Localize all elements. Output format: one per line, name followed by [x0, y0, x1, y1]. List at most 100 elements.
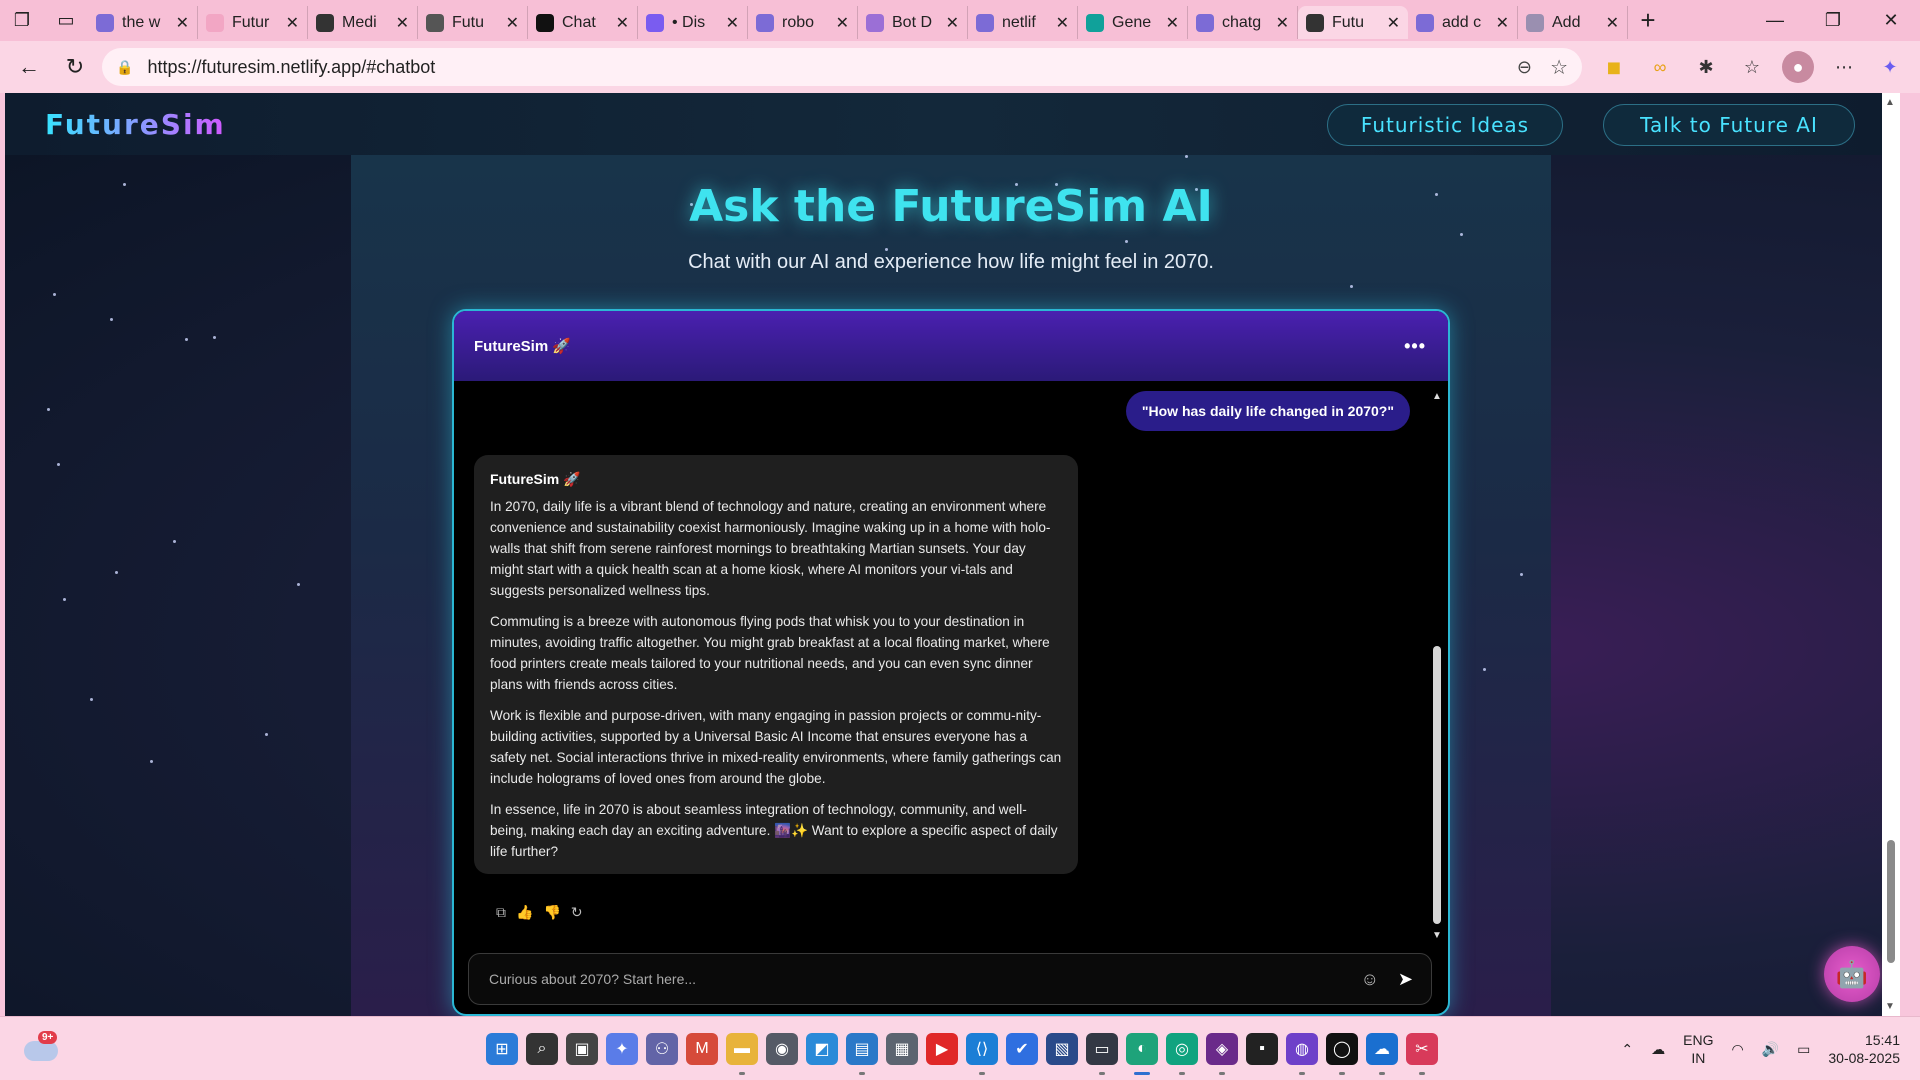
refresh-icon[interactable]: ↻	[52, 47, 98, 87]
close-tab-icon[interactable]: ✕	[286, 13, 299, 33]
chat-input-placeholder[interactable]: Curious about 2070? Start here...	[489, 971, 696, 987]
close-window-icon[interactable]: ✕	[1862, 0, 1920, 41]
browser-tab[interactable]: chatg ✕	[1188, 6, 1298, 39]
language-indicator[interactable]: ENG IN	[1683, 1031, 1713, 1067]
favorite-star-icon[interactable]: ☆	[1550, 55, 1568, 80]
browser-tab[interactable]: Futu ✕	[1298, 6, 1408, 39]
url-text[interactable]: https://futuresim.netlify.app/#chatbot	[147, 57, 435, 78]
minimize-icon[interactable]: —	[1746, 0, 1804, 41]
youtube-icon[interactable]: ▶	[926, 1033, 958, 1065]
chat-messages[interactable]: "How has daily life changed in 2070?" Fu…	[454, 381, 1448, 941]
extension-glasses-icon[interactable]: ∞	[1644, 51, 1676, 83]
more-menu-icon[interactable]: ⋯	[1828, 51, 1860, 83]
page-scrollbar[interactable]: ▲ ▼	[1882, 93, 1900, 1016]
snipping-icon[interactable]: ✂	[1406, 1033, 1438, 1075]
chat-scroll-thumb[interactable]	[1433, 646, 1441, 924]
battery-icon[interactable]: ▭	[1797, 1041, 1810, 1058]
scroll-up-arrow-icon[interactable]: ▲	[1432, 391, 1442, 402]
blueprint-icon[interactable]: ▧	[1046, 1033, 1078, 1065]
weather-widget[interactable]: 9+	[24, 1031, 60, 1067]
scroll-down-arrow-icon[interactable]: ▼	[1432, 930, 1442, 941]
chat-input[interactable]: Curious about 2070? Start here... ☺ ➤	[468, 953, 1432, 1005]
favorites-icon[interactable]: ☆	[1736, 51, 1768, 83]
thumbs-down-icon[interactable]: 👎	[543, 904, 560, 921]
zoom-icon[interactable]: ⊖	[1517, 57, 1532, 78]
close-tab-icon[interactable]: ✕	[1606, 13, 1619, 33]
photos-icon[interactable]: ◩	[806, 1033, 838, 1065]
page-scroll-up-icon[interactable]: ▲	[1885, 97, 1895, 108]
thumbs-up-icon[interactable]: 👍	[516, 904, 533, 921]
clock[interactable]: 15:41 30-08-2025	[1828, 1031, 1900, 1067]
browser-tab[interactable]: Gene ✕	[1078, 6, 1188, 39]
vertical-tabs-icon[interactable]: ▭	[44, 0, 88, 41]
chat-menu-icon[interactable]: •••	[1404, 336, 1426, 357]
new-tab-button[interactable]: +	[1628, 0, 1668, 41]
copilot-icon[interactable]: ✦	[1874, 51, 1906, 83]
gmail-icon[interactable]: M	[686, 1033, 718, 1065]
close-tab-icon[interactable]: ✕	[1166, 13, 1179, 33]
close-tab-icon[interactable]: ✕	[1387, 13, 1400, 33]
todo-icon[interactable]: ✔	[1006, 1033, 1038, 1065]
close-tab-icon[interactable]: ✕	[836, 13, 849, 33]
address-bar[interactable]: 🔒 https://futuresim.netlify.app/#chatbot…	[102, 48, 1582, 86]
chatbot-launcher-robot-icon[interactable]: 🤖	[1824, 946, 1880, 1002]
extension-yellow-icon[interactable]: ◼	[1598, 51, 1630, 83]
site-logo[interactable]: FutureSim	[45, 108, 226, 141]
extensions-puzzle-icon[interactable]: ✱	[1690, 51, 1722, 83]
console-icon[interactable]: ▪	[1246, 1033, 1278, 1065]
close-tab-icon[interactable]: ✕	[506, 13, 519, 33]
task-view-icon[interactable]: ▣	[566, 1033, 598, 1065]
chat-scrollbar[interactable]: ▲ ▼	[1432, 391, 1442, 941]
teams-icon[interactable]: ⚇	[646, 1033, 678, 1065]
search-icon[interactable]: ⌕	[526, 1033, 558, 1065]
notepad-icon[interactable]: ▤	[846, 1033, 878, 1075]
close-tab-icon[interactable]: ✕	[726, 13, 739, 33]
browser-tab[interactable]: Futur ✕	[198, 6, 308, 39]
wifi-icon[interactable]: ◠	[1731, 1041, 1743, 1058]
camera-icon[interactable]: ◉	[766, 1033, 798, 1065]
close-tab-icon[interactable]: ✕	[1496, 13, 1509, 33]
chatgpt-icon[interactable]: ◎	[1166, 1033, 1198, 1075]
browser-tab[interactable]: Futu ✕	[418, 6, 528, 39]
nav-talk-to-future-ai[interactable]: Talk to Future AI	[1603, 104, 1855, 146]
close-tab-icon[interactable]: ✕	[1056, 13, 1069, 33]
close-tab-icon[interactable]: ✕	[396, 13, 409, 33]
game-icon[interactable]: ◈	[1206, 1033, 1238, 1075]
close-tab-icon[interactable]: ✕	[616, 13, 629, 33]
calculator-icon[interactable]: ▦	[886, 1033, 918, 1065]
nav-futuristic-ideas[interactable]: Futuristic Ideas	[1327, 104, 1563, 146]
browser-tab[interactable]: Add ✕	[1518, 6, 1628, 39]
page-scroll-down-icon[interactable]: ▼	[1885, 1001, 1895, 1012]
browser-tab[interactable]: netlif ✕	[968, 6, 1078, 39]
regenerate-icon[interactable]: ↻	[571, 904, 583, 921]
show-hidden-icons-icon[interactable]: ⌃	[1621, 1041, 1633, 1058]
browser-tab[interactable]: • Dis ✕	[638, 6, 748, 39]
terminal-icon[interactable]: ▭	[1086, 1033, 1118, 1075]
browser-tab[interactable]: Chat ✕	[528, 6, 638, 39]
emoji-icon[interactable]: ☺	[1361, 969, 1379, 990]
workspaces-icon[interactable]: ❐	[0, 0, 44, 41]
restore-icon[interactable]: ❐	[1804, 0, 1862, 41]
file-explorer-icon[interactable]: ▬	[726, 1033, 758, 1075]
copilot-icon[interactable]: ✦	[606, 1033, 638, 1065]
browser-tab[interactable]: add c ✕	[1408, 6, 1518, 39]
onedrive-icon[interactable]: ☁	[1366, 1033, 1398, 1075]
browser-tab[interactable]: robo ✕	[748, 6, 858, 39]
github-icon[interactable]: ◯	[1326, 1033, 1358, 1075]
close-tab-icon[interactable]: ✕	[176, 13, 189, 33]
github-desktop-icon[interactable]: ◍	[1286, 1033, 1318, 1075]
browser-tab[interactable]: Bot D ✕	[858, 6, 968, 39]
send-icon[interactable]: ➤	[1398, 969, 1413, 990]
copy-icon[interactable]: ⧉	[496, 904, 506, 921]
profile-avatar[interactable]: ●	[1782, 51, 1814, 83]
edge-icon[interactable]: ◐	[1126, 1033, 1158, 1075]
back-icon[interactable]: ←	[6, 47, 52, 87]
vscode-icon[interactable]: ⟨⟩	[966, 1033, 998, 1075]
site-info-icon[interactable]: 🔒	[116, 59, 133, 76]
close-tab-icon[interactable]: ✕	[1276, 13, 1289, 33]
volume-icon[interactable]: 🔊	[1762, 1041, 1779, 1058]
browser-tab[interactable]: the w ✕	[88, 6, 198, 39]
page-scroll-thumb[interactable]	[1887, 840, 1895, 963]
close-tab-icon[interactable]: ✕	[946, 13, 959, 33]
browser-tab[interactable]: Medi ✕	[308, 6, 418, 39]
